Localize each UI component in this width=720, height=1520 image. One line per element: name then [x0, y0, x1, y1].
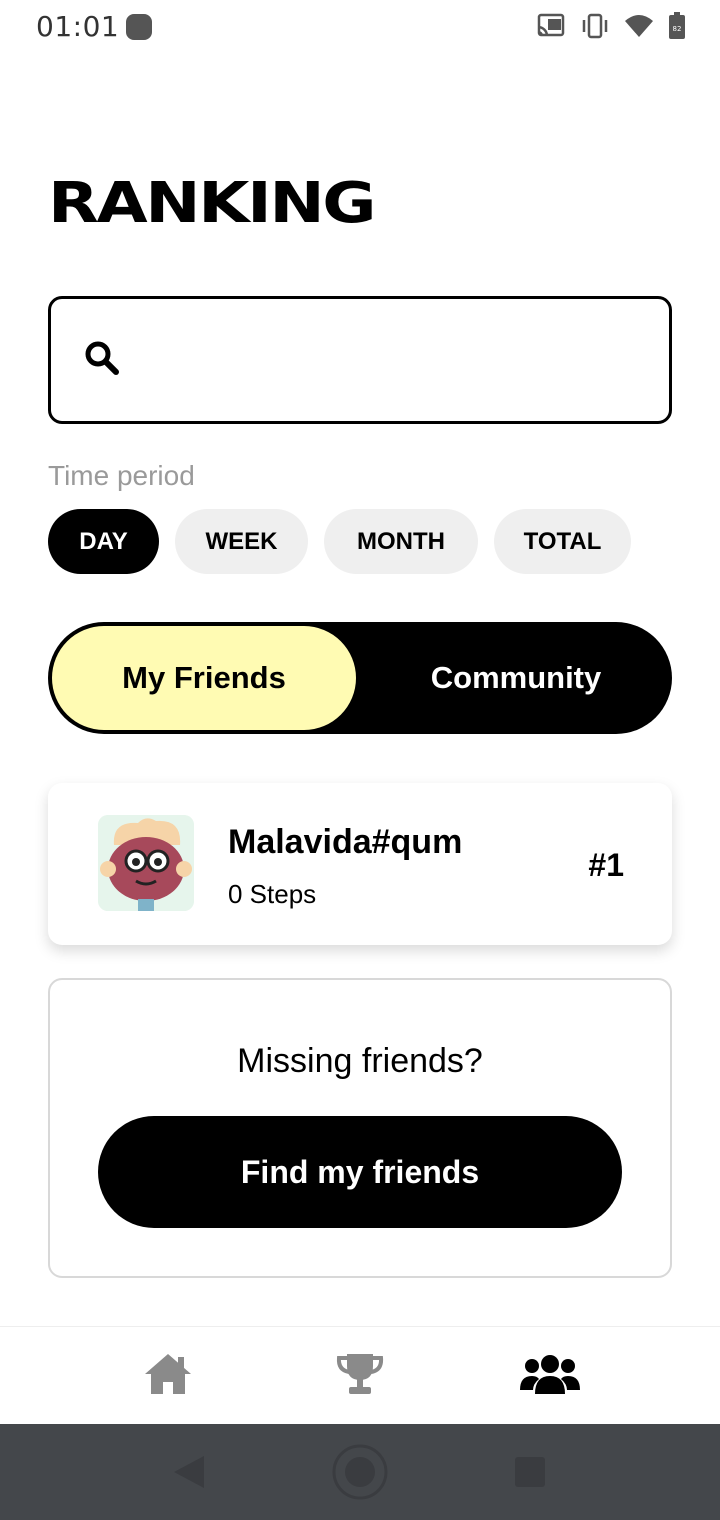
battery-icon: 82	[668, 12, 686, 40]
trophy-icon	[335, 1352, 385, 1401]
missing-friends-card: Missing friends? Find my friends	[48, 978, 672, 1278]
search-icon	[85, 341, 119, 380]
tab-community[interactable]: Community	[364, 626, 668, 730]
status-bar: 01:01 82	[0, 0, 720, 56]
ranking-list-item[interactable]: Malavida#qum 0 Steps #1	[48, 783, 672, 945]
notification-icon	[126, 14, 152, 40]
bottom-nav	[0, 1326, 720, 1424]
friend-steps: 0 Steps	[228, 879, 317, 909]
find-friends-button[interactable]: Find my friends	[98, 1116, 622, 1228]
time-period-label: Time period	[48, 460, 195, 491]
vibrate-icon	[580, 13, 610, 39]
status-time: 01:01	[36, 10, 120, 43]
chip-day[interactable]: DAY	[48, 509, 159, 574]
nav-friends[interactable]	[520, 1351, 580, 1401]
chip-month[interactable]: MONTH	[324, 509, 478, 574]
time-period-chips: DAY WEEK MONTH TOTAL	[48, 509, 631, 574]
nav-ranking[interactable]	[330, 1351, 390, 1401]
home-icon	[143, 1352, 193, 1401]
search-input[interactable]	[135, 330, 649, 390]
friends-icon	[519, 1352, 581, 1401]
cast-icon	[536, 13, 566, 39]
friend-name: Malavida#qum	[228, 823, 463, 861]
tab-my-friends[interactable]: My Friends	[52, 626, 356, 730]
back-icon[interactable]	[172, 1454, 206, 1495]
chip-week[interactable]: WEEK	[175, 509, 308, 574]
avatar	[98, 815, 194, 911]
search-box[interactable]	[48, 296, 672, 424]
home-button-icon[interactable]	[331, 1443, 389, 1506]
status-icons: 82	[536, 12, 686, 40]
missing-friends-text: Missing friends?	[237, 1042, 483, 1080]
friend-rank: #1	[588, 847, 624, 883]
recents-icon[interactable]	[514, 1456, 546, 1493]
battery-level: 82	[673, 25, 682, 33]
chip-total[interactable]: TOTAL	[494, 509, 631, 574]
friends-community-toggle: My Friends Community	[48, 622, 672, 734]
nav-home[interactable]	[138, 1351, 198, 1401]
system-nav-bar	[0, 1424, 720, 1520]
wifi-icon	[624, 13, 654, 39]
page-title: RANKING	[48, 171, 377, 236]
